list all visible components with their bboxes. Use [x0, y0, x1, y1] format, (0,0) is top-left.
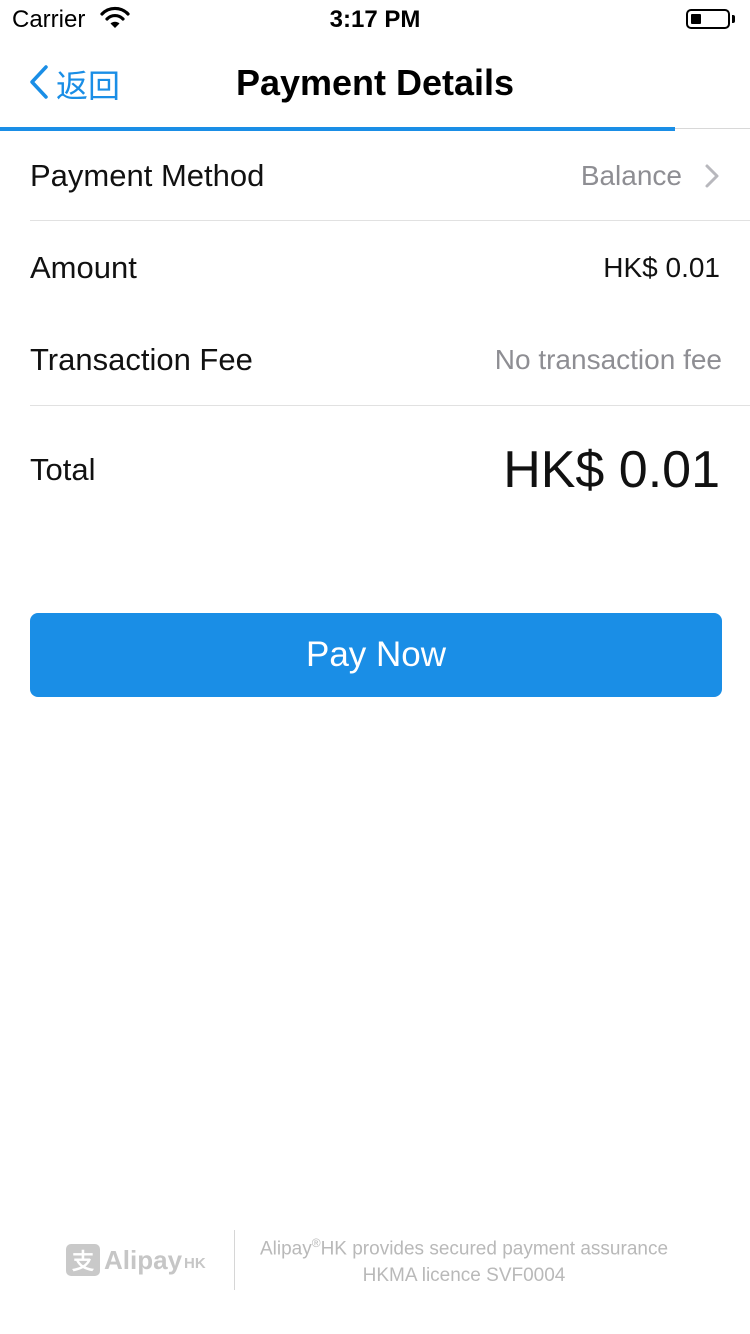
amount-label: Amount: [30, 250, 137, 285]
transaction-fee-value: No transaction fee: [494, 344, 722, 375]
battery-tip: [732, 15, 735, 23]
total-label: Total: [30, 452, 96, 487]
registered-mark: ®: [311, 1236, 321, 1250]
licence-text: HKMA licence SVF0004: [362, 1265, 566, 1286]
payment-method-selector: Balance: [581, 160, 720, 192]
navigation-bar: 返回 Payment Details: [0, 40, 750, 128]
amount-value: HK$ 0.01: [603, 252, 720, 283]
assurance-brand: Alipay: [259, 1238, 312, 1260]
footer-divider: [234, 1230, 235, 1290]
total-row: Total HK$ 0.01: [30, 430, 720, 510]
divider: [30, 405, 750, 406]
total-value: HK$ 0.01: [503, 441, 720, 499]
alipay-logo-hk: HK: [184, 1254, 206, 1272]
footer: 支 Alipay HK Alipay®HK provides secured p…: [0, 1228, 750, 1292]
alipay-hk-logo: 支 Alipay HK: [66, 1244, 206, 1276]
alipay-logo-mark: 支: [66, 1244, 100, 1276]
clock: 3:17 PM: [329, 6, 421, 33]
divider: [30, 220, 750, 221]
pay-now-button[interactable]: Pay Now: [30, 613, 722, 697]
amount-row: Amount HK$ 0.01: [30, 224, 720, 312]
battery-icon: [686, 9, 730, 29]
page-title: Payment Details: [235, 62, 515, 103]
battery-level: [691, 14, 701, 24]
assurance-rest: HK provides secured payment assurance: [320, 1238, 669, 1260]
status-bar: Carrier 3:17 PM: [0, 0, 750, 40]
alipay-logo-text: Alipay: [104, 1244, 183, 1275]
payment-method-value: Balance: [580, 160, 682, 191]
progress-bar: [0, 127, 675, 131]
payment-method-label: Payment Method: [30, 158, 265, 193]
payment-method-row[interactable]: Payment Method Balance: [30, 132, 720, 220]
chevron-right-icon: [704, 163, 720, 189]
transaction-fee-label: Transaction Fee: [30, 342, 253, 377]
assurance-text: Alipay®HK provides secured payment assur…: [236, 1236, 692, 1260]
transaction-fee-row: Transaction Fee No transaction fee: [30, 316, 722, 404]
